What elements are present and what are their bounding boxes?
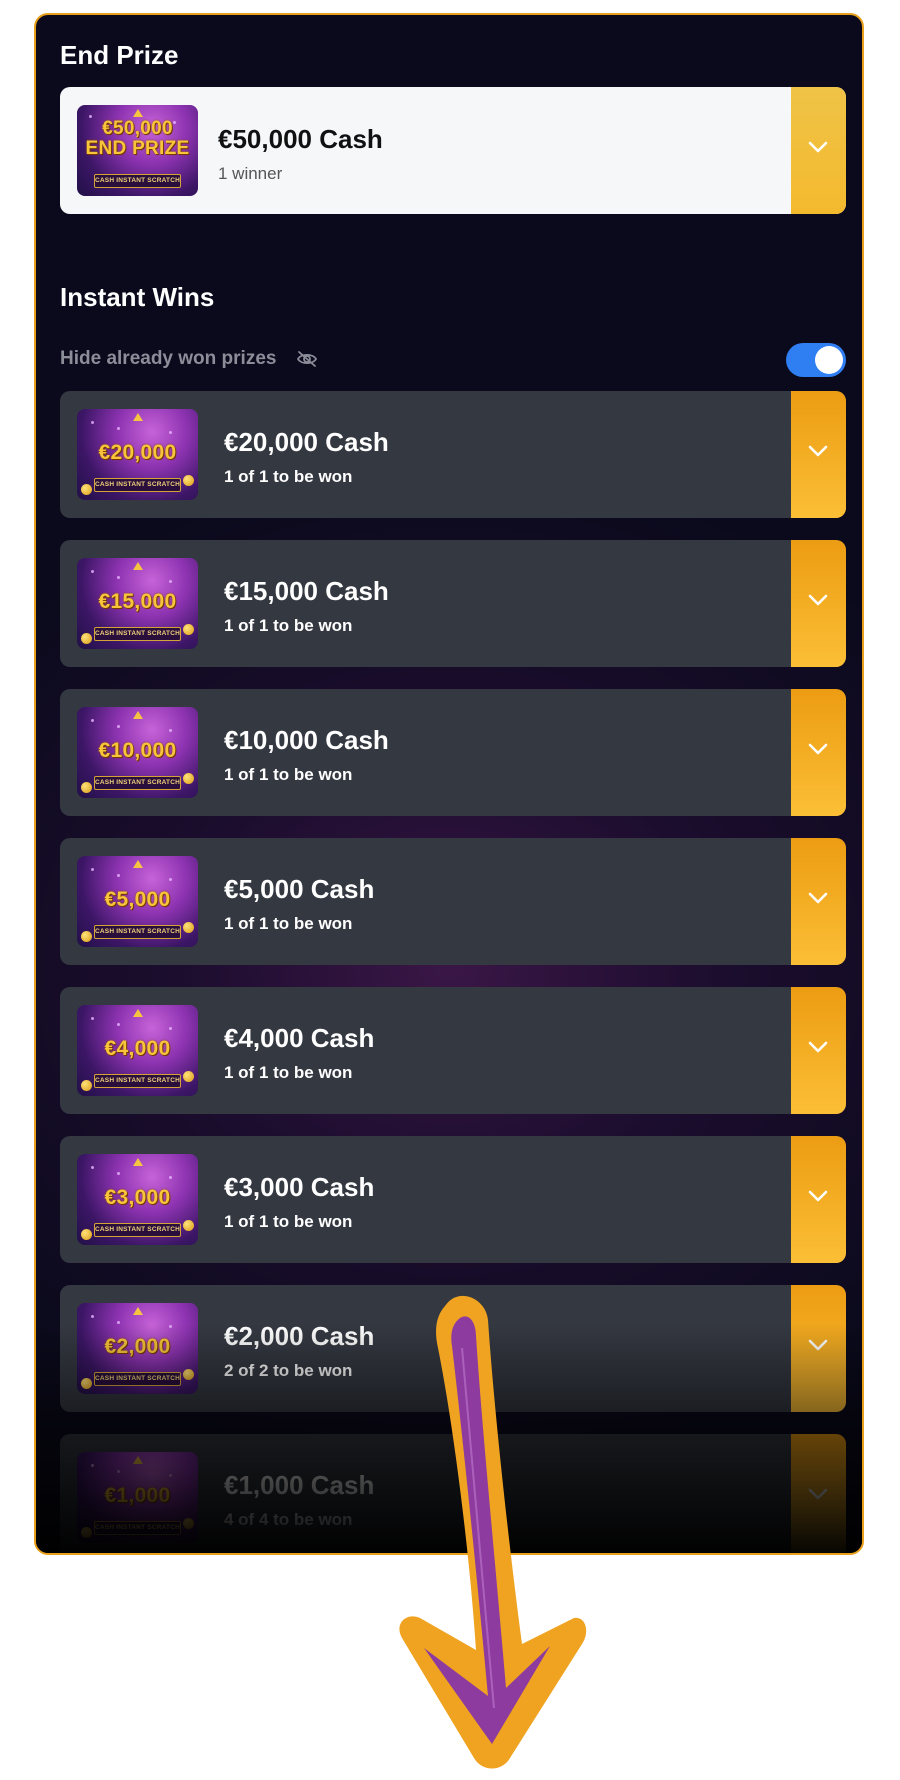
prize-expand-button[interactable] [791, 1434, 846, 1553]
prize-subtitle: 4 of 4 to be won [224, 1510, 353, 1529]
prize-thumb-amount: €15,000 [98, 590, 177, 613]
chevron-down-icon [808, 445, 828, 457]
end-prize-title: €50,000 Cash [218, 124, 383, 154]
instant-wins-heading: Instant Wins [60, 282, 215, 312]
toggle-knob [815, 346, 843, 374]
prize-thumb-amount: €4,000 [104, 1037, 171, 1060]
chevron-down-icon [808, 1339, 828, 1351]
chevron-down-icon [808, 594, 828, 606]
prize-subtitle: 1 of 1 to be won [224, 467, 353, 486]
thumb-tag: CASH INSTANT SCRATCH [94, 1521, 181, 1535]
end-prize-heading: End Prize [60, 40, 179, 70]
prize-title: €3,000 Cash [224, 1172, 375, 1202]
prize-title: €10,000 Cash [224, 725, 389, 755]
prize-expand-button[interactable] [791, 1136, 846, 1263]
thumb-tag: CASH INSTANT SCRATCH [94, 925, 181, 939]
thumb-tag: CASH INSTANT SCRATCH [94, 1074, 181, 1088]
prize-thumb-amount: €20,000 [98, 441, 177, 464]
prize-card[interactable]: €15,000 CASH INSTANT SCRATCH €15,000 Cash 1… [60, 540, 846, 667]
prize-thumb-amount: €2,000 [104, 1335, 171, 1358]
prize-subtitle: 1 of 1 to be won [224, 765, 353, 784]
prize-thumbnail: €1,000 CASH INSTANT SCRATCH [77, 1452, 198, 1543]
prize-card[interactable]: €10,000 CASH INSTANT SCRATCH €10,000 Cash 1… [60, 689, 846, 816]
chevron-down-icon [808, 1190, 828, 1202]
chevron-down-icon [808, 1488, 828, 1500]
prize-title: €2,000 Cash [224, 1321, 375, 1351]
prize-thumbnail: €2,000 CASH INSTANT SCRATCH [77, 1303, 198, 1394]
prize-card[interactable]: €4,000 CASH INSTANT SCRATCH €4,000 Cash 1 o… [60, 987, 846, 1114]
prize-thumb-amount: €1,000 [104, 1484, 171, 1507]
chevron-down-icon [808, 141, 828, 153]
prize-subtitle: 1 of 1 to be won [224, 914, 353, 933]
end-prize-expand-button[interactable] [791, 87, 846, 214]
prize-thumb-amount: €5,000 [104, 888, 171, 911]
prize-subtitle: 1 of 1 to be won [224, 1212, 353, 1231]
prize-title: €4,000 Cash [224, 1023, 375, 1053]
prize-expand-button[interactable] [791, 689, 846, 816]
end-prize-thumbnail: €50,000 END PRIZE CASH INSTANT SCRATCH [77, 105, 198, 196]
thumb-tag: CASH INSTANT SCRATCH [94, 776, 181, 790]
hide-won-label: Hide already won prizes [60, 348, 277, 369]
prize-subtitle: 2 of 2 to be won [224, 1361, 353, 1380]
thumb-tag: CASH INSTANT SCRATCH [94, 627, 181, 641]
prize-expand-button[interactable] [791, 987, 846, 1114]
end-prize-subtitle: 1 winner [218, 164, 283, 183]
prize-subtitle: 1 of 1 to be won [224, 616, 353, 635]
prize-thumbnail: €20,000 CASH INSTANT SCRATCH [77, 409, 198, 500]
prize-expand-button[interactable] [791, 540, 846, 667]
prize-card[interactable]: €5,000 CASH INSTANT SCRATCH €5,000 Cash 1 o… [60, 838, 846, 965]
thumb-tag: CASH INSTANT SCRATCH [94, 478, 181, 492]
prize-thumbnail: €3,000 CASH INSTANT SCRATCH [77, 1154, 198, 1245]
end-prize-thumb-label: END PRIZE [85, 138, 190, 159]
chevron-down-icon [808, 892, 828, 904]
prize-thumbnail: €5,000 CASH INSTANT SCRATCH [77, 856, 198, 947]
end-prize-thumb-amount: €50,000 [102, 118, 173, 139]
prize-subtitle: 1 of 1 to be won [224, 1063, 353, 1082]
thumb-tag: CASH INSTANT SCRATCH [94, 1372, 181, 1386]
prize-title: €20,000 Cash [224, 427, 389, 457]
chevron-down-icon [808, 743, 828, 755]
prize-card[interactable]: €3,000 CASH INSTANT SCRATCH €3,000 Cash 1 o… [60, 1136, 846, 1263]
arrow-down-icon [399, 1295, 587, 1769]
prize-title: €1,000 Cash [224, 1470, 375, 1500]
chevron-down-icon [808, 1041, 828, 1053]
prize-thumb-amount: €10,000 [98, 739, 177, 762]
prize-thumbnail: €4,000 CASH INSTANT SCRATCH [77, 1005, 198, 1096]
prize-expand-button[interactable] [791, 838, 846, 965]
prize-title: €15,000 Cash [224, 576, 389, 606]
thumb-tag: CASH INSTANT SCRATCH [94, 174, 181, 188]
prize-expand-button[interactable] [791, 1285, 846, 1412]
prize-card[interactable]: €20,000 CASH INSTANT SCRATCH €20,000 Cash 1… [60, 391, 846, 518]
thumb-tag: CASH INSTANT SCRATCH [94, 1223, 181, 1237]
eye-off-icon [296, 351, 318, 367]
prize-expand-button[interactable] [791, 391, 846, 518]
prize-title: €5,000 Cash [224, 874, 375, 904]
prize-thumbnail: €15,000 CASH INSTANT SCRATCH [77, 558, 198, 649]
prize-thumb-amount: €3,000 [104, 1186, 171, 1209]
end-prize-card[interactable]: €50,000 END PRIZE CASH INSTANT SCRATCH €… [60, 87, 846, 214]
hide-won-toggle[interactable] [786, 343, 846, 377]
prize-thumbnail: €10,000 CASH INSTANT SCRATCH [77, 707, 198, 798]
